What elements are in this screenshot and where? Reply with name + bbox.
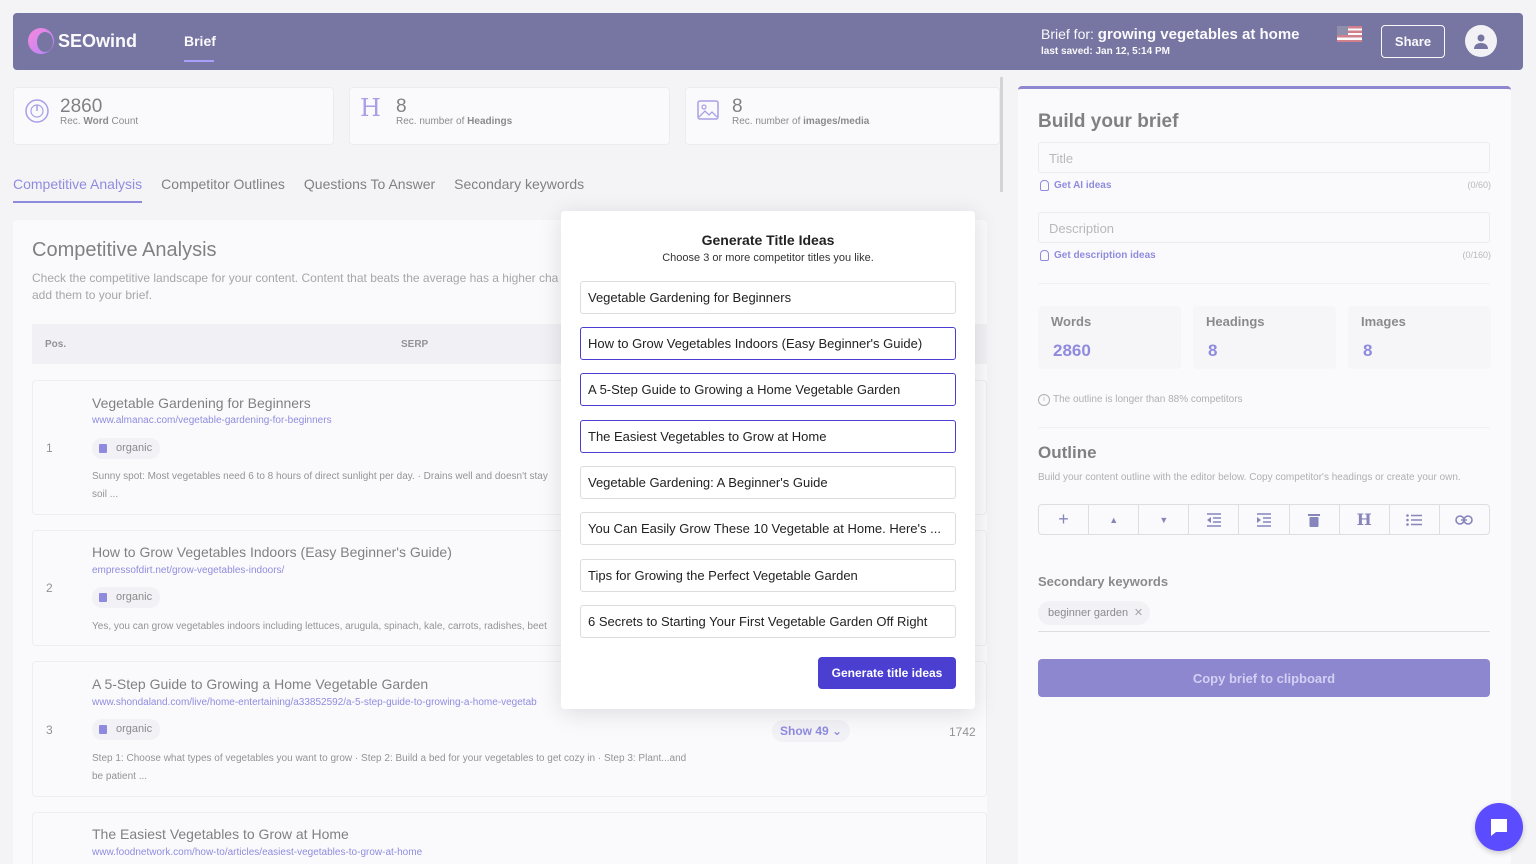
title-option[interactable]: Tips for Growing the Perfect Vegetable G… bbox=[580, 559, 956, 592]
title-option[interactable]: Vegetable Gardening for Beginners bbox=[580, 281, 956, 314]
generate-title-modal: Generate Title Ideas Choose 3 or more co… bbox=[561, 211, 975, 709]
title-option[interactable]: Vegetable Gardening: A Beginner's Guide bbox=[580, 466, 956, 499]
title-option[interactable]: You Can Easily Grow These 10 Vegetable a… bbox=[580, 512, 956, 545]
title-option-selected[interactable]: How to Grow Vegetables Indoors (Easy Beg… bbox=[580, 327, 956, 360]
chat-icon[interactable] bbox=[1475, 803, 1523, 851]
title-option-selected[interactable]: A 5-Step Guide to Growing a Home Vegetab… bbox=[580, 373, 956, 406]
generate-title-ideas-button[interactable]: Generate title ideas bbox=[818, 657, 956, 689]
title-option[interactable]: 6 Secrets to Starting Your First Vegetab… bbox=[580, 605, 956, 638]
modal-title: Generate Title Ideas bbox=[701, 232, 835, 248]
title-option-selected[interactable]: The Easiest Vegetables to Grow at Home bbox=[580, 420, 956, 453]
modal-subtitle: Choose 3 or more competitor titles you l… bbox=[662, 252, 874, 264]
